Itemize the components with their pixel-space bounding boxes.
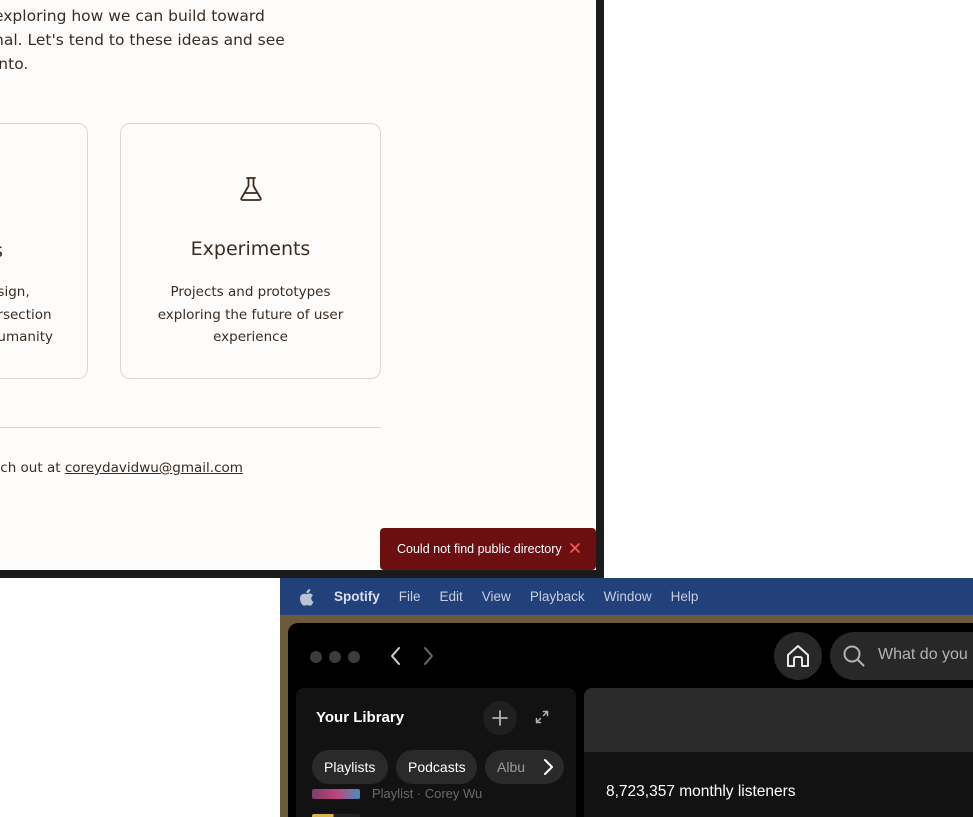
card-title: Experiments (190, 238, 311, 260)
menu-item-playback[interactable]: Playback (530, 589, 585, 604)
card-experiments[interactable]: Experiments Projects and prototypes expl… (120, 123, 381, 379)
menu-item-edit[interactable]: Edit (440, 589, 463, 604)
menu-item-file[interactable]: File (399, 589, 421, 604)
window-close-dot[interactable] (310, 651, 322, 663)
intro-line: nal. Let's tend to these ideas and see (0, 31, 285, 49)
card-desc-line: rsection (0, 306, 52, 323)
playlist-subtitle: Playlist · Corey Wu (372, 786, 483, 801)
flask-icon (240, 177, 262, 201)
card-desc-line: sign, (0, 284, 30, 300)
card-desc-line: umanity (0, 329, 53, 345)
search-input[interactable]: What do you (830, 632, 973, 680)
menu-item-window[interactable]: Window (604, 589, 652, 604)
window-zoom-dot[interactable] (348, 651, 360, 663)
card-description: Projects and prototypes exploring the fu… (151, 281, 350, 349)
card-desc-line: experience (213, 329, 288, 345)
window-minimize-dot[interactable] (329, 651, 341, 663)
home-icon (787, 645, 809, 667)
card-description: sign, rsection umanity (0, 281, 53, 349)
chevron-right-icon[interactable] (532, 751, 564, 783)
divider (0, 427, 381, 428)
intro-text: exploring how we can build toward nal. L… (0, 4, 294, 76)
close-icon[interactable] (568, 541, 582, 555)
webpage: exploring how we can build toward nal. L… (0, 0, 596, 570)
artist-header (584, 688, 973, 752)
filter-chip-playlists[interactable]: Playlists (312, 750, 388, 784)
error-toast: Could not find public directory (380, 528, 596, 570)
playlist-cover[interactable] (312, 789, 360, 799)
card-desc-line: exploring the future of user (157, 306, 344, 323)
search-placeholder: What do you (878, 646, 968, 663)
menu-item-help[interactable]: Help (671, 589, 699, 604)
chevron-right-icon[interactable] (418, 643, 438, 669)
email-link[interactable]: coreydavidwu@gmail.com (65, 460, 243, 476)
intro-line: exploring how we can build toward (0, 7, 265, 25)
menu-item-view[interactable]: View (482, 589, 511, 604)
plus-icon (492, 710, 508, 726)
home-button[interactable] (774, 632, 822, 680)
toast-message: Could not find public directory (397, 542, 562, 556)
expand-icon[interactable] (534, 709, 550, 725)
card-title: s (0, 240, 3, 262)
mac-menubar: Spotify File Edit View Playback Window H… (280, 578, 973, 615)
footer-text: ach out at (0, 460, 61, 476)
intro-line: into. (0, 55, 29, 73)
filter-chip-podcasts[interactable]: Podcasts (396, 750, 477, 784)
monthly-listeners: 8,723,357 monthly listeners (606, 783, 796, 800)
browser-window: exploring how we can build toward nal. L… (0, 0, 604, 578)
search-icon (843, 645, 865, 667)
menu-app-name[interactable]: Spotify (334, 589, 380, 604)
library-panel: Your Library Playlists Podcasts Albu Pla… (296, 688, 576, 817)
add-button[interactable] (483, 701, 517, 735)
card-desc-line: Projects and prototypes (170, 284, 331, 300)
apple-icon[interactable] (299, 588, 315, 606)
spotify-window: What do you Your Library Playlists Podca… (288, 623, 973, 817)
library-title[interactable]: Your Library (316, 709, 404, 726)
chevron-left-icon[interactable] (386, 643, 406, 669)
card-partial[interactable]: s sign, rsection umanity (0, 123, 88, 379)
main-view: 8,723,357 monthly listeners (584, 688, 973, 817)
footer-contact: ach out at coreydavidwu@gmail.com (0, 460, 243, 476)
